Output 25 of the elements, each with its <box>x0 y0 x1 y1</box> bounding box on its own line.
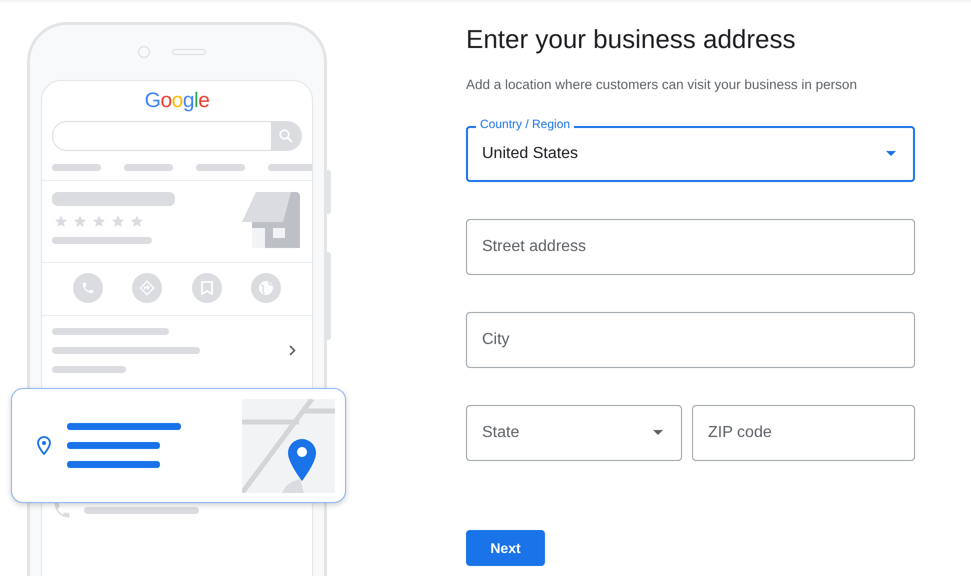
globe-icon <box>251 273 282 303</box>
page-heading: Enter your business address <box>466 24 797 55</box>
next-button[interactable]: Next <box>466 530 545 566</box>
placeholder-bar <box>124 164 173 171</box>
placeholder-bar <box>52 164 101 171</box>
search-icon <box>279 129 293 143</box>
subtitle-text: Add a location where customers can visit your business in person <box>466 77 858 92</box>
speaker-slot <box>172 49 206 55</box>
camera-dot <box>138 46 150 58</box>
dropdown-field[interactable]: State <box>466 405 682 461</box>
dropdown-caret-icon <box>653 430 663 435</box>
dropdown-caret-icon <box>886 151 896 156</box>
chevron-right-icon <box>289 345 296 356</box>
location-pin-icon <box>37 436 51 455</box>
directions-icon <box>132 273 162 303</box>
phone-call-icon <box>52 500 72 520</box>
field-label: Country / Region <box>476 117 574 131</box>
storefront-icon <box>242 192 300 248</box>
phone-call-icon <box>72 273 103 303</box>
bookmark-icon <box>192 273 222 303</box>
text-input-field[interactable]: City <box>466 312 915 368</box>
text-input-field[interactable]: ZIP code <box>692 405 915 461</box>
text-input-field[interactable]: Street address <box>466 219 915 275</box>
placeholder-bar <box>196 164 245 171</box>
google-logo: Google <box>144 89 210 113</box>
